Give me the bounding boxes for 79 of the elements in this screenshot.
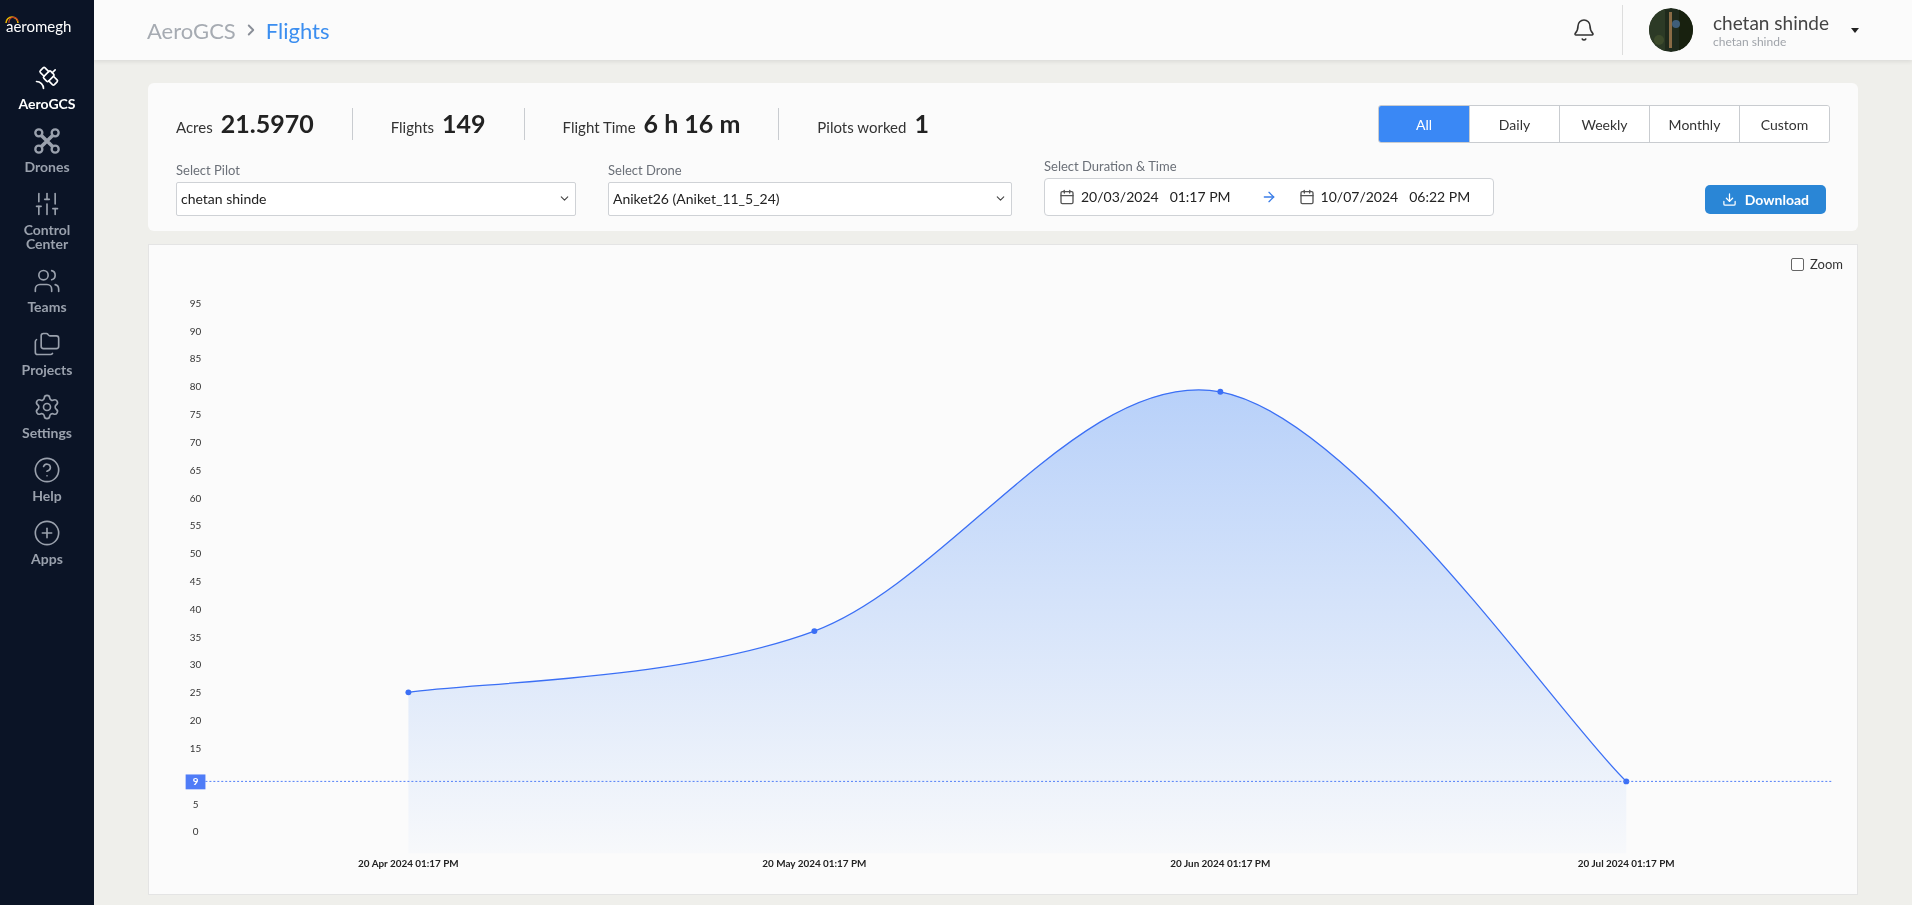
settings-icon bbox=[33, 393, 61, 421]
y-tick-label: 55 bbox=[189, 519, 202, 532]
period-tab[interactable]: Daily bbox=[1469, 106, 1559, 142]
reference-label: 9 bbox=[185, 774, 206, 790]
sidebar-item[interactable]: Settings bbox=[7, 393, 87, 440]
sliders-icon bbox=[33, 190, 61, 218]
user-name[interactable]: chetan shinde bbox=[1712, 10, 1829, 35]
x-tick-label: 20 May 2024 01:17 PM bbox=[762, 857, 867, 870]
x-tick-label: 20 Jul 2024 01:17 PM bbox=[1577, 857, 1675, 870]
y-tick-label: 5 bbox=[192, 797, 199, 810]
field-label: Select Pilot bbox=[176, 161, 241, 180]
sidebar-item[interactable]: Control Center bbox=[7, 190, 87, 251]
end-date: 10/07/2024 bbox=[1320, 187, 1399, 207]
sidebar-item[interactable]: Teams bbox=[7, 267, 87, 314]
sidebar-item[interactable]: Help bbox=[7, 456, 87, 503]
x-tick-label: 20 Apr 2024 01:17 PM bbox=[358, 857, 459, 870]
team-icon bbox=[33, 267, 61, 295]
data-point[interactable] bbox=[1623, 778, 1630, 785]
y-tick-label: 70 bbox=[189, 435, 202, 448]
calendar-icon bbox=[1059, 188, 1075, 205]
y-tick-label: 0 bbox=[192, 825, 199, 838]
notification-bell-icon[interactable] bbox=[1571, 18, 1596, 42]
plus-circle-icon bbox=[33, 519, 61, 547]
satellite-dish-icon bbox=[33, 64, 61, 92]
drone-icon bbox=[33, 127, 61, 155]
help-icon bbox=[33, 456, 61, 484]
y-tick-label: 50 bbox=[189, 547, 202, 560]
download-icon bbox=[1721, 191, 1737, 207]
field-label: Select Duration & Time bbox=[1044, 157, 1178, 176]
sidebar-item[interactable]: Projects bbox=[7, 330, 87, 377]
stat-value: 149 bbox=[442, 107, 486, 141]
caret-icon[interactable] bbox=[1851, 27, 1859, 33]
data-point[interactable] bbox=[405, 689, 412, 696]
date-range-field[interactable]: 20/03/2024 01:17 PM 10/07/2024 06:22 PM bbox=[1044, 177, 1494, 216]
stat-value: 1 bbox=[914, 107, 929, 141]
y-tick-label: 80 bbox=[189, 380, 202, 393]
period-tab[interactable]: Weekly bbox=[1559, 106, 1649, 142]
data-point[interactable] bbox=[1217, 388, 1224, 395]
download-button[interactable]: Download bbox=[1704, 184, 1826, 214]
y-tick-label: 85 bbox=[189, 352, 202, 365]
stat-label: Flight Time bbox=[562, 117, 636, 139]
checkbox[interactable] bbox=[1791, 257, 1805, 271]
zoom-checkbox[interactable]: Zoom bbox=[1791, 254, 1843, 274]
sidebar-item[interactable]: AeroGCS bbox=[7, 64, 87, 111]
logo[interactable]: aeromegh bbox=[6, 14, 72, 38]
period-tab[interactable]: Custom bbox=[1739, 106, 1829, 142]
y-tick-label: 35 bbox=[189, 630, 202, 643]
y-tick-label: 60 bbox=[189, 491, 202, 504]
y-tick-label: 20 bbox=[189, 714, 202, 727]
stat-value: 6 h 16 m bbox=[643, 107, 741, 141]
start-date: 20/03/2024 bbox=[1081, 187, 1159, 207]
period-tab[interactable]: Monthly bbox=[1649, 106, 1739, 142]
sidebar-item[interactable]: Drones bbox=[7, 127, 87, 174]
y-tick-label: 95 bbox=[189, 296, 202, 309]
select-field[interactable]: chetan shinde bbox=[176, 181, 576, 216]
page-title: Flights bbox=[265, 15, 330, 46]
stat-label: Flights bbox=[390, 117, 435, 139]
data-point[interactable] bbox=[811, 628, 818, 635]
user-subtitle: chetan shinde bbox=[1712, 34, 1788, 50]
field-label: Select Drone bbox=[608, 161, 683, 180]
ref-line-label: 9 bbox=[192, 775, 199, 788]
y-tick-label: 65 bbox=[189, 463, 202, 476]
calendar-icon bbox=[1298, 188, 1315, 205]
y-tick-label: 45 bbox=[189, 575, 202, 587]
sidebar-item[interactable]: Apps bbox=[7, 519, 87, 566]
y-tick-label: 15 bbox=[189, 741, 202, 754]
y-tick-label: 90 bbox=[189, 324, 202, 337]
y-tick-label: 30 bbox=[189, 658, 202, 671]
x-tick-label: 20 Jun 2024 01:17 PM bbox=[1170, 857, 1271, 870]
y-tick-label: 25 bbox=[189, 686, 202, 699]
y-tick-label: 75 bbox=[189, 408, 202, 420]
end-time: 06:22 PM bbox=[1409, 187, 1471, 207]
stat-value: 21.5970 bbox=[220, 107, 314, 141]
stat-label: Acres bbox=[176, 117, 213, 139]
folders-icon bbox=[33, 330, 61, 358]
select-field[interactable]: Aniket26 (Aniket_11_5_24) bbox=[608, 181, 1012, 216]
start-time: 01:17 PM bbox=[1169, 187, 1231, 207]
y-tick-label: 40 bbox=[189, 602, 202, 615]
stat-label: Pilots worked bbox=[817, 117, 907, 139]
